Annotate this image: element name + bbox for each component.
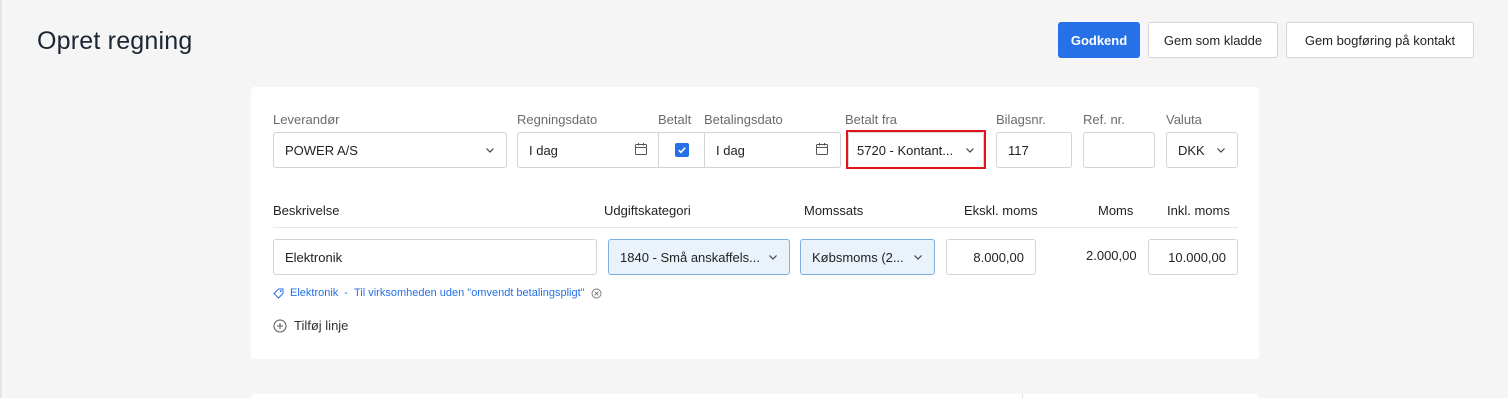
- incl-vat-value: 10.000,00: [1168, 249, 1226, 265]
- ref-number-label: Ref. nr.: [1083, 112, 1125, 127]
- secondary-card-divider: [1022, 394, 1023, 398]
- col-vat-header: Moms: [1098, 203, 1134, 218]
- paid-label: Betalt: [658, 112, 692, 127]
- approve-button[interactable]: Godkend: [1058, 22, 1140, 58]
- payment-date-value: I dag: [716, 142, 745, 158]
- remove-tag-icon[interactable]: [591, 288, 602, 299]
- save-posting-on-contact-button[interactable]: Gem bogføring på kontakt: [1286, 22, 1474, 58]
- paid-checkbox[interactable]: [675, 143, 689, 157]
- excl-vat-value: 8.000,00: [973, 249, 1024, 265]
- header-divider: [273, 227, 1238, 228]
- paid-from-highlight: [846, 130, 986, 169]
- expense-category-select[interactable]: 1840 - Små anskaffels...: [608, 239, 790, 275]
- currency-value: DKK: [1178, 142, 1205, 158]
- calendar-icon[interactable]: [634, 142, 648, 159]
- col-expense-category-header: Udgiftskategori: [604, 203, 691, 218]
- add-line-label: Tilføj linje: [294, 318, 349, 333]
- chevron-down-icon: [1216, 145, 1226, 155]
- line-tag[interactable]: Elektronik - Til virksomheden uden "omve…: [273, 287, 602, 299]
- voucher-number-label: Bilagsnr.: [996, 112, 1046, 127]
- vat-rate-value: Købsmoms (2...: [812, 249, 904, 265]
- vat-amount: 2.000,00: [1086, 248, 1137, 263]
- checkmark-icon: [678, 147, 686, 154]
- line-description-value: Elektronik: [285, 249, 343, 265]
- col-description-header: Beskrivelse: [273, 203, 340, 218]
- secondary-card: [251, 394, 1259, 398]
- save-draft-button[interactable]: Gem som kladde: [1148, 22, 1278, 58]
- tag-text: Elektronik: [290, 287, 339, 299]
- paid-from-label: Betalt fra: [845, 112, 898, 127]
- tag-icon: [273, 288, 284, 299]
- currency-label: Valuta: [1166, 112, 1202, 127]
- tag-note: Til virksomheden uden "omvendt betalings…: [353, 287, 585, 299]
- chevron-down-icon: [485, 145, 495, 155]
- col-incl-vat-header: Inkl. moms: [1167, 203, 1230, 218]
- tag-separator: -: [344, 287, 348, 299]
- calendar-icon[interactable]: [815, 142, 829, 159]
- chevron-down-icon: [768, 252, 778, 262]
- window-edge: [0, 0, 2, 398]
- bill-form-card: [251, 87, 1259, 359]
- voucher-number-value: 117: [1008, 142, 1029, 158]
- vat-rate-select[interactable]: Købsmoms (2...: [800, 239, 935, 275]
- payment-date-field[interactable]: I dag: [704, 132, 841, 168]
- plus-circle-icon: [273, 319, 287, 332]
- invoice-date-label: Regningsdato: [517, 112, 598, 127]
- expense-category-value: 1840 - Små anskaffels...: [620, 249, 760, 265]
- payment-date-label: Betalingsdato: [704, 112, 783, 127]
- ref-number-input[interactable]: [1083, 132, 1155, 168]
- add-line-button[interactable]: Tilføj linje: [273, 318, 348, 333]
- invoice-date-value: I dag: [529, 142, 558, 158]
- voucher-number-input[interactable]: 117: [996, 132, 1072, 168]
- col-excl-vat-header: Ekskl. moms: [964, 203, 1038, 218]
- line-description-input[interactable]: Elektronik: [273, 239, 597, 275]
- supplier-label: Leverandør: [273, 112, 340, 127]
- page-title: Opret regning: [37, 27, 193, 55]
- supplier-value: POWER A/S: [285, 142, 358, 158]
- chevron-down-icon: [913, 252, 923, 262]
- incl-vat-input[interactable]: 10.000,00: [1148, 239, 1238, 275]
- supplier-select[interactable]: POWER A/S: [273, 132, 507, 168]
- invoice-date-field[interactable]: I dag: [517, 132, 659, 168]
- currency-select[interactable]: DKK: [1166, 132, 1238, 168]
- excl-vat-input[interactable]: 8.000,00: [946, 239, 1036, 275]
- col-vat-rate-header: Momssats: [804, 203, 864, 218]
